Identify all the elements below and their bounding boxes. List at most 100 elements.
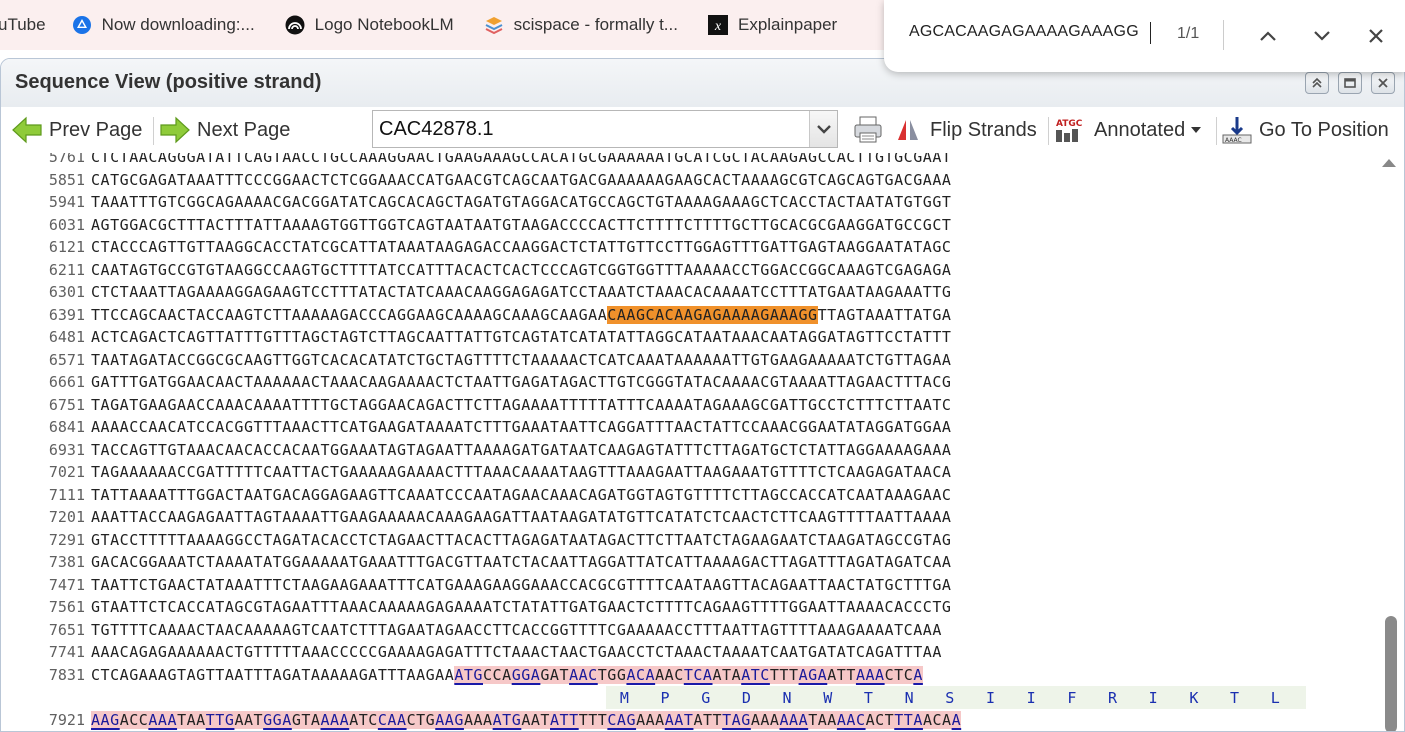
bookmark-scispace[interactable]: scispace - formally t... [484,15,678,35]
codon: AAA [148,710,178,729]
find-input[interactable]: AGCACAAGAGAAAAGAAAGG [909,23,1139,41]
go-to-position-label: Go To Position [1259,118,1389,141]
codon: AAA [320,710,350,729]
sequence-viewer[interactable]: 5761 CTCTAACAGGGATATTCAGTAACCTGCCAAAGGAAC… [1,153,1404,731]
find-bar: AGCACAAGAGAAAAGAAAGG 1/1 [884,0,1405,72]
row-sequence: AAGACCAAATAATTGAATGGAGTAAAAATCCAACTGAAGA… [91,710,962,729]
amino-acid: S [945,689,955,707]
row-sequence: TGTTTTCAAAACTAACAAAAAGTCAATCTTTAGAATAGAA… [91,620,942,639]
row-sequence: CATGCGAGATAAATTTCCCGGAACTCTCGGAAACCATGAA… [91,170,952,189]
scrollbar-thumb[interactable] [1385,616,1397,731]
sequence-row: 6031 AGTGGACGCTTTACTTTATTAAAAGTGGTTGGTCAG… [1,214,1381,237]
accession-input[interactable] [373,111,810,147]
codon: CAG [607,710,637,729]
codon: TTG [205,710,235,729]
row-position: 6481 [48,328,85,346]
bookmark-explainpaper[interactable]: x Explainpaper [707,15,838,35]
vertical-scrollbar[interactable] [1377,153,1404,731]
codon: CTC [884,665,914,684]
cds-feature-region[interactable]: ATGCCAGGAGATAACTGGACAAACTCAATAATCTTTAGAA… [454,665,923,684]
next-page-button[interactable]: Next Page [159,114,290,146]
go-to-position-button[interactable]: AAAC Go To Position [1221,114,1389,146]
window-title: Sequence View (positive strand) [15,71,322,93]
print-button[interactable] [852,114,890,146]
row-sequence: CTCTAAATTAGAAAAGGAGAAGTCCTTTATACTATCAAAC… [91,283,952,301]
row-position: 5761 [48,153,85,166]
amino-acid: I [1148,689,1158,707]
annotated-dropdown[interactable]: ATGC Annotated [1054,114,1202,146]
collapse-button[interactable] [1305,72,1329,94]
amino-acid: T [1230,689,1240,707]
row-position: 7831 [48,665,85,684]
arrow-right-icon [159,115,191,145]
codon: AGA [798,665,828,684]
codon: ACT [865,710,895,729]
codon: TAG [722,710,751,729]
prev-page-button[interactable]: Prev Page [11,114,142,146]
find-previous-button[interactable] [1254,22,1282,50]
amino-acid: P [660,689,670,707]
maximize-button[interactable] [1338,72,1362,94]
find-close-button[interactable] [1362,22,1390,50]
find-next-button[interactable] [1308,22,1336,50]
codon: GAT [540,665,570,684]
row-sequence: TAGAAAAAACCGATTTTTCAATTACTGAAAAAGAAAACTT… [91,463,952,481]
annotated-label: Annotated [1094,118,1186,141]
codon: CTG [406,710,436,729]
codon: AAA [463,710,493,729]
codon: AAA [779,710,809,729]
sequence-row: 7741 AAACAGAGAAAAAACTGTTTTTAAACCCCCGAAAAG… [1,641,1381,664]
codon: TAA [808,710,837,729]
bookmark-youtube[interactable]: uTube [0,15,46,35]
accession-dropdown-button[interactable] [809,111,837,147]
row-position: 7741 [48,643,85,661]
sequence-segment: TTCCAGCAACTACCAAGTCTTAAAAAGACCCAGGAAGCAA… [91,305,608,324]
sequence-row: 5941 TAAATTTGTCGGCAGAAAACGACGGATATCAGCACA… [1,191,1381,214]
row-sequence: CTCTAACAGGGATATTCAGTAACCTGCCAAAGGAACTGAA… [91,153,952,166]
row-sequence: TAATTCTGAACTATAAATTTCTAAGAAGAAATTTCATGAA… [91,575,952,594]
sequence-row: 6121 CTACCCAGTTGTTAAGGCACCTATCGCATTATAAAT… [1,236,1381,259]
sequence-row: 7471 TAATTCTGAACTATAAATTTCTAAGAAGAAATTTCA… [1,574,1381,597]
svg-text:AAAC: AAAC [1225,137,1242,144]
scroll-up-arrow-icon[interactable] [1382,159,1396,167]
row-position: 6211 [48,260,85,279]
amino-acid: R [1108,689,1118,707]
row-sequence: TAGATGAAGAACCAAACAAAATTTTGCTAGGAACAGACTT… [91,395,952,414]
bookmark-label: uTube [0,15,46,34]
codon: ACC [119,710,149,729]
row-sequence: TAAATTTGTCGGCAGAAAACGACGGATATCAGCACAGCTA… [91,193,952,211]
sequence-row: 7291 GTACCTTTTTAAAAGGCCTAGATACACCTCTAGAAC… [1,529,1381,552]
bookmark-drive[interactable]: Now downloading:... [72,15,255,35]
row-sequence: AAACAGAGAAAAAACTGTTTTTAAACCCCCGAAAAGAGAT… [91,643,942,661]
flip-strands-button[interactable]: Flip Strands [894,114,1037,146]
row-sequence: TATTAAAATTTGGACTAATGACAGGAGAAGTTCAAATCCC… [91,485,952,504]
bookmark-notebooklm[interactable]: Logo NotebookLM [285,15,454,35]
amino-acid: W [823,689,833,707]
sequence-row: 6481 ACTCAGACTCAGTTATTTGTTTAGCTAGTCTTAGCA… [1,326,1381,349]
codon: ACA [626,665,656,684]
codon: CCA [483,665,512,684]
amino-acid: K [1189,689,1199,707]
row-position: 7021 [48,463,85,481]
bookmark-label: Explainpaper [737,15,838,34]
row-position: 6121 [48,238,85,256]
close-window-button[interactable] [1371,72,1395,94]
accession-combobox[interactable] [372,110,838,148]
row-sequence: AAATTACCAAGAGAATTAGTAAAATTGAAGAAAAACAAAG… [91,508,952,526]
codon: TTT [769,665,799,684]
codon: GGA [263,710,292,729]
row-position: 7381 [48,553,85,571]
amino-acid: I [985,689,995,707]
codon: CAA [377,710,407,729]
codon: AAA [750,710,780,729]
codon: GTA [291,710,321,729]
amino-acid-row: MPGDNWTNSIIFRIKTL [1,686,1381,709]
sequence-segment: CTCAGAAAGTAGTTAATTTAGATAAAAAGATTTAAGAA [91,665,455,684]
sequence-row: 6571 TAATAGATACCGGCGCAAGTTGGTCACACATATCTG… [1,349,1381,372]
find-divider [1223,20,1224,50]
sequence-view-window: Sequence View (positive strand) Prev Pag… [0,58,1405,732]
find-match-count: 1/1 [1177,25,1200,42]
toolbar-divider [1216,117,1217,145]
codon: ATG [492,710,522,729]
cds-feature-region[interactable]: AAGACCAAATAATTGAATGGAGTAAAAATCCAACTGAAGA… [91,710,962,729]
